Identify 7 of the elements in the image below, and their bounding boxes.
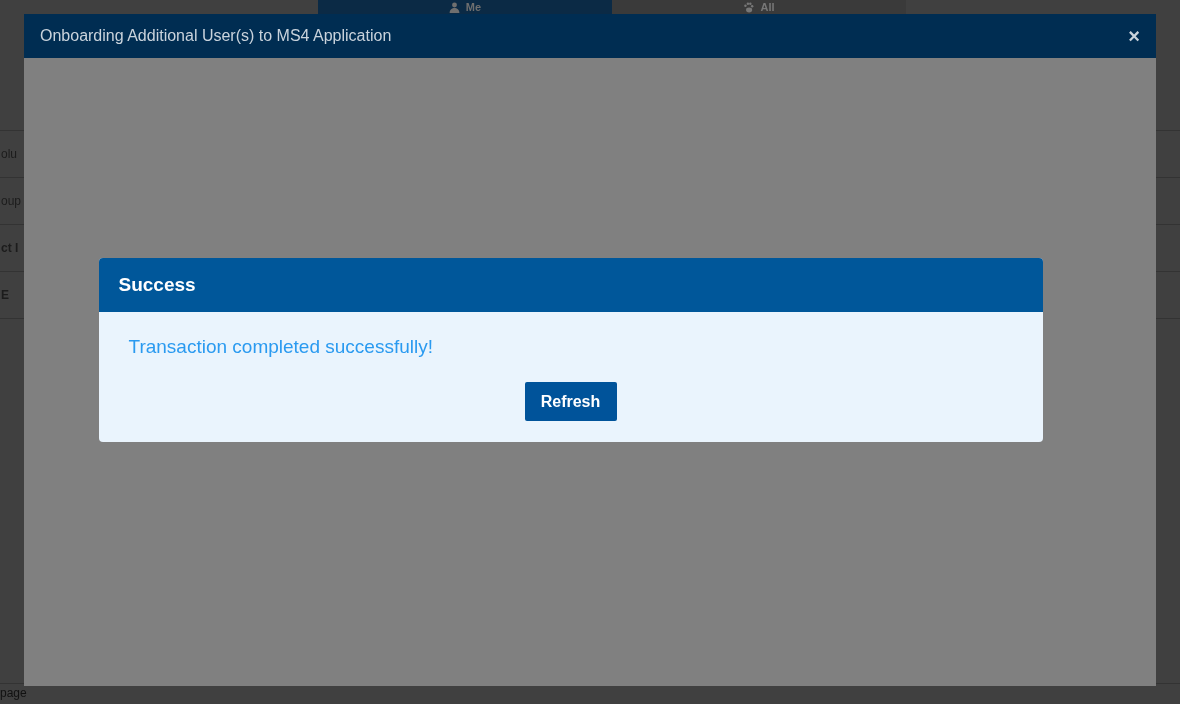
- dialog-title: Success: [118, 274, 196, 296]
- success-message: Transaction completed successfully!: [128, 336, 434, 358]
- close-button[interactable]: ×: [1128, 24, 1140, 48]
- modal-title: Onboarding Additional User(s) to MS4 Application: [40, 27, 392, 45]
- paw-icon: [743, 1, 755, 13]
- refresh-button[interactable]: Refresh: [524, 382, 617, 421]
- person-icon: [448, 1, 460, 13]
